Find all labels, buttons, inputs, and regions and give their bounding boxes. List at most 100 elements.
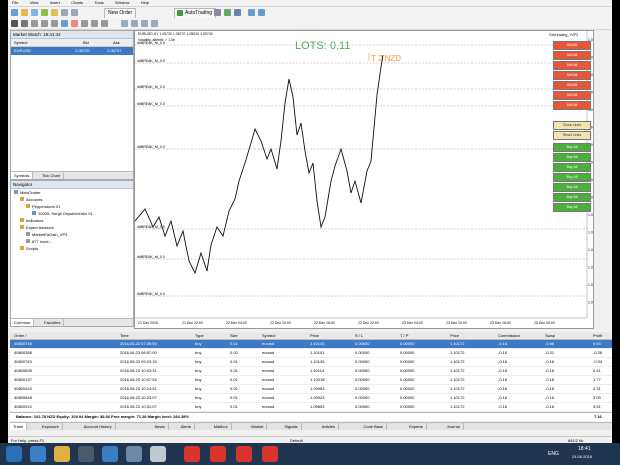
candlestick-icon[interactable] xyxy=(224,9,231,16)
menu-charts[interactable]: Charts xyxy=(71,0,83,5)
menu-file[interactable]: File xyxy=(12,0,18,5)
tree-server[interactable]: Pepperstone-01 xyxy=(11,203,133,210)
timeframe-m5-icon[interactable] xyxy=(131,20,138,27)
text-icon[interactable] xyxy=(81,20,88,27)
terminal-tab[interactable]: Market xyxy=(248,423,268,430)
tree-accounts[interactable]: Accounts xyxy=(11,196,133,203)
fibonacci-icon[interactable] xyxy=(71,20,78,27)
order-row[interactable]: 40800695 2016.06.23 10:03:31 buy 0.01 eurusd… xyxy=(10,367,612,376)
new-chart-icon[interactable] xyxy=(11,9,18,16)
label-icon[interactable] xyxy=(91,20,98,27)
bar-chart-icon[interactable] xyxy=(214,9,221,16)
grid-action-button[interactable]: Buy All xyxy=(553,163,591,172)
d-app-icon[interactable] xyxy=(236,446,252,462)
terminal-icon[interactable] xyxy=(61,9,68,16)
terminal-tab[interactable]: Alerts xyxy=(178,423,195,430)
menu-help[interactable]: Help xyxy=(141,0,149,5)
ie-icon[interactable] xyxy=(30,446,46,462)
timeframe-m15-icon[interactable] xyxy=(141,20,148,27)
app-icon[interactable] xyxy=(150,446,166,462)
grid-action-button[interactable]: Sell All xyxy=(553,91,591,100)
order-row[interactable]: 40800910 2016.06.23 10:31:07 buy 0.01 eurusd… xyxy=(10,403,612,412)
orders-col-header[interactable]: S / L xyxy=(355,332,363,339)
grid-action-button[interactable]: Sell All xyxy=(553,51,591,60)
market-watch-icon[interactable] xyxy=(31,9,38,16)
terminal-tab[interactable]: Exposure xyxy=(39,423,63,430)
orders-col-header[interactable]: Commission xyxy=(498,332,520,339)
start-icon[interactable] xyxy=(6,446,22,462)
grid-action-button[interactable]: Buy All xyxy=(553,193,591,202)
order-row[interactable]: 40800137 2016.06.23 10:07:54 buy 0.01 eurusd… xyxy=(10,376,612,385)
tree-more[interactable]: 877 more... xyxy=(11,238,133,245)
grid-action-button[interactable]: Buy All xyxy=(553,173,591,182)
tree-root[interactable]: MetaTrader xyxy=(11,189,133,196)
timeframe-m1-icon[interactable] xyxy=(121,20,128,27)
timeframe-h1-icon[interactable] xyxy=(151,20,158,27)
grid-action-button[interactable]: Sell All xyxy=(553,101,591,110)
market-watch-row[interactable]: EURUSD 1.05720 1.05737 xyxy=(11,47,133,55)
order-row[interactable]: 40800388 2016.06.23 08:57:00 buy 0.02 eurusd… xyxy=(10,349,612,358)
arrow-icon[interactable] xyxy=(101,20,108,27)
orders-col-header[interactable]: Profit xyxy=(593,332,602,339)
metatrader-taskbar-icon[interactable] xyxy=(102,446,118,462)
order-row[interactable]: 40800763 2016.06.23 09:23:15 buy 0.01 eurusd… xyxy=(10,358,612,367)
profiles-icon[interactable] xyxy=(21,9,28,16)
orders-col-header[interactable]: Symbol xyxy=(262,332,275,339)
data-window-icon[interactable] xyxy=(41,9,48,16)
menu-insert[interactable]: Insert xyxy=(50,0,60,5)
orders-col-header[interactable]: Price xyxy=(450,332,459,339)
terminal-tab[interactable]: Mailbox xyxy=(211,423,232,430)
grid-action-button[interactable]: Sell All xyxy=(553,81,591,90)
orders-col-header[interactable]: T / P xyxy=(400,332,408,339)
grid-action-button[interactable]: Close Lines xyxy=(553,121,591,130)
horizontal-line-icon[interactable] xyxy=(41,20,48,27)
grid-action-button[interactable]: Buy All xyxy=(553,203,591,212)
crosshair-icon[interactable] xyxy=(21,20,28,27)
terminal-tab[interactable]: Signals xyxy=(281,423,302,430)
d-app-icon[interactable] xyxy=(262,446,278,462)
trendline-icon[interactable] xyxy=(51,20,58,27)
navigator-icon[interactable] xyxy=(51,9,58,16)
grid-action-button[interactable]: Sell All xyxy=(553,71,591,80)
tree-scripts[interactable]: Scripts xyxy=(11,245,133,252)
orders-col-header[interactable]: Order / xyxy=(14,332,26,339)
tree-account[interactable]: 10005: Sergii Onyshchenko 01 xyxy=(11,210,133,217)
orders-col-header[interactable]: Swap xyxy=(545,332,555,339)
d-app-icon[interactable] xyxy=(210,446,226,462)
orders-col-header[interactable]: Time xyxy=(120,332,129,339)
orders-col-header[interactable]: Type xyxy=(195,332,204,339)
zoom-in-icon[interactable] xyxy=(248,9,255,16)
menu-window[interactable]: Window xyxy=(115,0,129,5)
terminal-tab[interactable]: Account History xyxy=(81,423,116,430)
line-chart-icon[interactable] xyxy=(234,9,241,16)
zoom-out-icon[interactable] xyxy=(258,9,265,16)
channel-icon[interactable] xyxy=(61,20,68,27)
vertical-line-icon[interactable] xyxy=(31,20,38,27)
grid-action-button[interactable]: Reset Lines xyxy=(553,131,591,140)
grid-action-button[interactable]: Sell All xyxy=(553,41,591,50)
explorer-icon[interactable] xyxy=(54,446,70,462)
grid-action-button[interactable]: Sell All xyxy=(553,61,591,70)
terminal-tab[interactable]: Experts xyxy=(406,423,427,430)
terminal-tab[interactable]: News xyxy=(152,423,169,430)
chart-window[interactable]: EURUSD,H1 1.05720 1.05737 1.05020 1.0572… xyxy=(134,30,594,329)
tree-indicators[interactable]: Indicators xyxy=(11,217,133,224)
tab-favorites[interactable]: Favorites xyxy=(41,319,65,326)
terminal-tab[interactable]: Code Base xyxy=(360,423,388,430)
terminal-tab[interactable]: Trade xyxy=(10,423,28,430)
cursor-icon[interactable] xyxy=(11,20,18,27)
order-row[interactable]: 40800443 2016.06.23 10:14:51 buy 0.01 eurusd… xyxy=(10,385,612,394)
app-icon[interactable] xyxy=(126,446,142,462)
language-indicator[interactable]: ENG xyxy=(548,451,559,457)
tab-common[interactable]: Common xyxy=(11,319,35,326)
tab-tick-chart[interactable]: Tick Chart xyxy=(39,172,65,179)
tree-expert-advisors[interactable]: Expert Advisors xyxy=(11,224,133,231)
d-app-icon[interactable] xyxy=(184,446,200,462)
app-icon[interactable] xyxy=(78,446,94,462)
terminal-tab[interactable]: Journal xyxy=(444,423,464,430)
strategy-tester-icon[interactable] xyxy=(71,9,78,16)
orders-col-header[interactable]: Size xyxy=(230,332,238,339)
grid-action-button[interactable]: Buy All xyxy=(553,183,591,192)
order-row[interactable]: 40800745 2016.06.22 07:59:59 buy 0.01 eurusd… xyxy=(10,340,612,349)
grid-action-button[interactable]: Buy All xyxy=(553,153,591,162)
